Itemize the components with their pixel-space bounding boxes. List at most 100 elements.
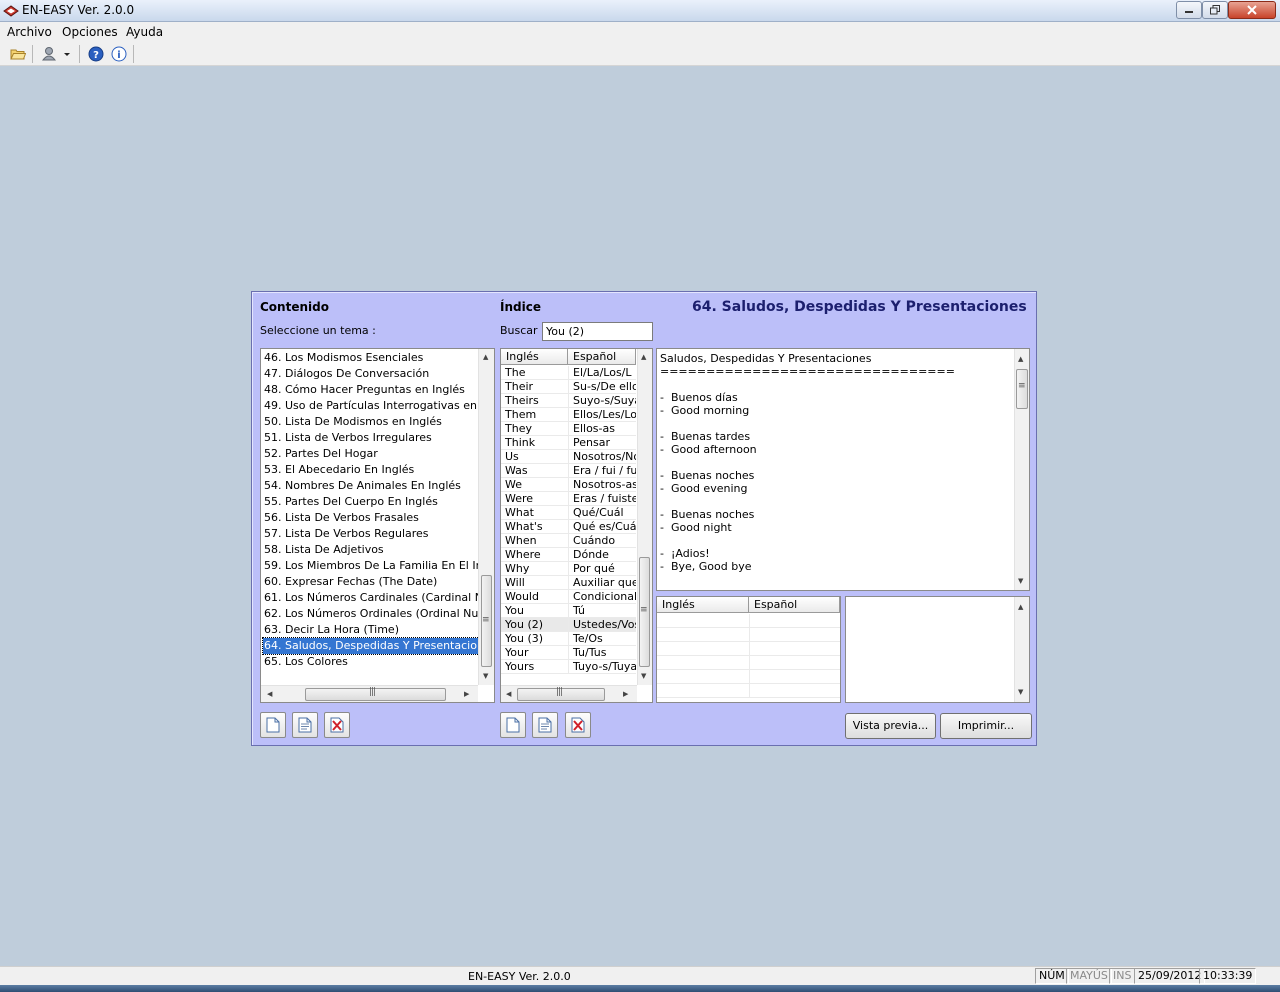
menu-opciones[interactable]: Opciones: [62, 25, 118, 39]
index-cell-ingles[interactable]: Where: [501, 548, 568, 562]
scroll-left-arrow-icon[interactable]: ◀: [267, 689, 272, 699]
topic-list-item[interactable]: 52. Partes Del Hogar: [263, 446, 381, 462]
delete-entry-button[interactable]: [565, 712, 591, 738]
index-cell-espanol[interactable]: Ellos/Les/Lo: [568, 408, 636, 422]
index-cell-ingles[interactable]: What's: [501, 520, 568, 534]
edit-entry-button[interactable]: [532, 712, 558, 738]
column-header-espanol[interactable]: Español: [568, 349, 636, 365]
index-cell-espanol[interactable]: Su-s/De ello: [568, 380, 636, 394]
notes-vscroll[interactable]: ▲ ▼: [1014, 597, 1029, 702]
topic-list-item[interactable]: 56. Lista De Verbos Frasales: [263, 510, 422, 526]
detail-grid[interactable]: Inglés Español: [656, 596, 841, 703]
index-cell-espanol[interactable]: Cuándo: [568, 534, 636, 548]
index-cell-espanol[interactable]: Suyo-s/Suya: [568, 394, 636, 408]
topic-list-item[interactable]: 55. Partes Del Cuerpo En Inglés: [263, 494, 441, 510]
new-entry-button[interactable]: [500, 712, 526, 738]
new-topic-button[interactable]: [260, 712, 286, 738]
topic-list-vscroll[interactable]: ▲ ≡ ▼: [478, 349, 494, 685]
topic-list-item[interactable]: 57. Lista De Verbos Regulares: [263, 526, 432, 542]
topic-list-item[interactable]: 54. Nombres De Animales En Inglés: [263, 478, 464, 494]
index-cell-espanol[interactable]: Condicional: [568, 590, 636, 604]
index-cell-espanol[interactable]: Pensar: [568, 436, 636, 450]
scroll-down-arrow-icon[interactable]: ▼: [483, 671, 488, 681]
topic-list-item[interactable]: 62. Los Números Ordinales (Ordinal Numbe…: [263, 606, 494, 622]
index-grid[interactable]: Inglés Español The El/La/Los/L Their Su-s/D…: [500, 348, 653, 703]
minimize-button[interactable]: [1176, 1, 1202, 19]
index-cell-espanol[interactable]: Nosotros-as: [568, 478, 636, 492]
detail-cell-espanol[interactable]: [749, 628, 840, 642]
index-cell-espanol[interactable]: Dónde: [568, 548, 636, 562]
topic-list-item[interactable]: 50. Lista De Modismos en Inglés: [263, 414, 445, 430]
topic-list-item[interactable]: 61. Los Números Cardinales (Cardinal Num…: [263, 590, 494, 606]
topic-list-item[interactable]: 47. Diálogos De Conversación: [263, 366, 432, 382]
topic-list-item[interactable]: 63. Decir La Hora (Time): [263, 622, 402, 638]
scroll-up-arrow-icon[interactable]: ▲: [1018, 602, 1023, 612]
content-vscroll[interactable]: ▲ ≡ ▼: [1014, 349, 1029, 590]
close-button[interactable]: [1228, 1, 1276, 19]
scroll-thumb[interactable]: [305, 688, 446, 701]
scroll-right-arrow-icon[interactable]: ▶: [623, 689, 628, 699]
topic-list-hscroll[interactable]: ◀ ||| ▶: [261, 685, 478, 702]
index-cell-ingles[interactable]: Your: [501, 646, 568, 660]
index-cell-ingles[interactable]: They: [501, 422, 568, 436]
topic-list-item[interactable]: 46. Los Modismos Esenciales: [263, 350, 426, 366]
maximize-button[interactable]: [1202, 1, 1228, 19]
detail-cell-espanol[interactable]: [749, 614, 840, 628]
topic-list-item[interactable]: 59. Los Miembros De La Familia En El Ing…: [263, 558, 494, 574]
scroll-up-arrow-icon[interactable]: ▲: [483, 352, 488, 362]
topic-list-item[interactable]: 64. Saludos, Despedidas Y Presentaciones: [261, 637, 494, 655]
index-cell-ingles[interactable]: You: [501, 604, 568, 618]
notes-text[interactable]: ▲ ▼: [845, 596, 1030, 703]
detail-cell-espanol[interactable]: [749, 656, 840, 670]
index-cell-espanol[interactable]: Por qué: [568, 562, 636, 576]
menu-archivo[interactable]: Archivo: [7, 25, 52, 39]
detail-cell-espanol[interactable]: [749, 684, 840, 698]
index-grid-vscroll[interactable]: ▲ ≡ ▼: [637, 349, 652, 685]
index-cell-ingles[interactable]: Would: [501, 590, 568, 604]
search-input[interactable]: [542, 322, 653, 341]
info-button[interactable]: i: [109, 45, 129, 63]
index-cell-ingles[interactable]: Why: [501, 562, 568, 576]
index-cell-espanol[interactable]: Ellos-as: [568, 422, 636, 436]
scroll-up-arrow-icon[interactable]: ▲: [641, 352, 646, 362]
index-cell-ingles[interactable]: Think: [501, 436, 568, 450]
topic-list-item[interactable]: 48. Cómo Hacer Preguntas en Inglés: [263, 382, 468, 398]
scroll-down-arrow-icon[interactable]: ▼: [1018, 576, 1023, 586]
column-header-ingles[interactable]: Inglés: [501, 349, 568, 365]
index-cell-espanol[interactable]: Tú: [568, 604, 636, 618]
topic-list-item[interactable]: 49. Uso de Partículas Interrogativas en …: [263, 398, 494, 414]
scroll-up-arrow-icon[interactable]: ▲: [1018, 354, 1023, 364]
column-header-espanol[interactable]: Español: [749, 597, 840, 613]
index-cell-ingles[interactable]: You (2): [501, 618, 568, 632]
index-cell-espanol[interactable]: Qué/Cuál: [568, 506, 636, 520]
help-button[interactable]: ?: [86, 45, 106, 63]
index-cell-ingles[interactable]: Will: [501, 576, 568, 590]
index-cell-ingles[interactable]: Them: [501, 408, 568, 422]
topic-list-item[interactable]: 58. Lista De Adjetivos: [263, 542, 387, 558]
scroll-right-arrow-icon[interactable]: ▶: [464, 689, 469, 699]
index-cell-espanol[interactable]: Tu/Tus: [568, 646, 636, 660]
scroll-down-arrow-icon[interactable]: ▼: [641, 671, 646, 681]
edit-topic-button[interactable]: [292, 712, 318, 738]
topic-list-item[interactable]: 51. Lista de Verbos Irregulares: [263, 430, 435, 446]
open-button[interactable]: [8, 45, 28, 63]
index-cell-espanol[interactable]: Qué es/Cuál: [568, 520, 636, 534]
index-cell-ingles[interactable]: Were: [501, 492, 568, 506]
index-cell-ingles[interactable]: You (3): [501, 632, 568, 646]
detail-cell-ingles[interactable]: [657, 628, 749, 642]
index-cell-espanol[interactable]: Nosotros/No: [568, 450, 636, 464]
topic-content-text[interactable]: Saludos, Despedidas Y Presentaciones ====…: [656, 348, 1030, 591]
delete-topic-button[interactable]: [324, 712, 350, 738]
print-button[interactable]: Imprimir...: [940, 713, 1032, 739]
user-dropdown-button[interactable]: [39, 45, 73, 63]
index-cell-espanol[interactable]: Ustedes/Vos: [568, 618, 636, 632]
scroll-down-arrow-icon[interactable]: ▼: [1018, 687, 1023, 697]
index-cell-ingles[interactable]: Yours: [501, 660, 568, 674]
column-header-ingles[interactable]: Inglés: [657, 597, 749, 613]
index-grid-hscroll[interactable]: ◀ ||| ▶: [501, 685, 637, 702]
topic-list-item[interactable]: 53. El Abecedario En Inglés: [263, 462, 417, 478]
index-cell-espanol[interactable]: Auxiliar que: [568, 576, 636, 590]
topic-list[interactable]: 46. Los Modismos Esenciales 47. Diálogos …: [260, 348, 495, 703]
index-cell-ingles[interactable]: Us: [501, 450, 568, 464]
index-cell-espanol[interactable]: Eras / fuiste: [568, 492, 636, 506]
